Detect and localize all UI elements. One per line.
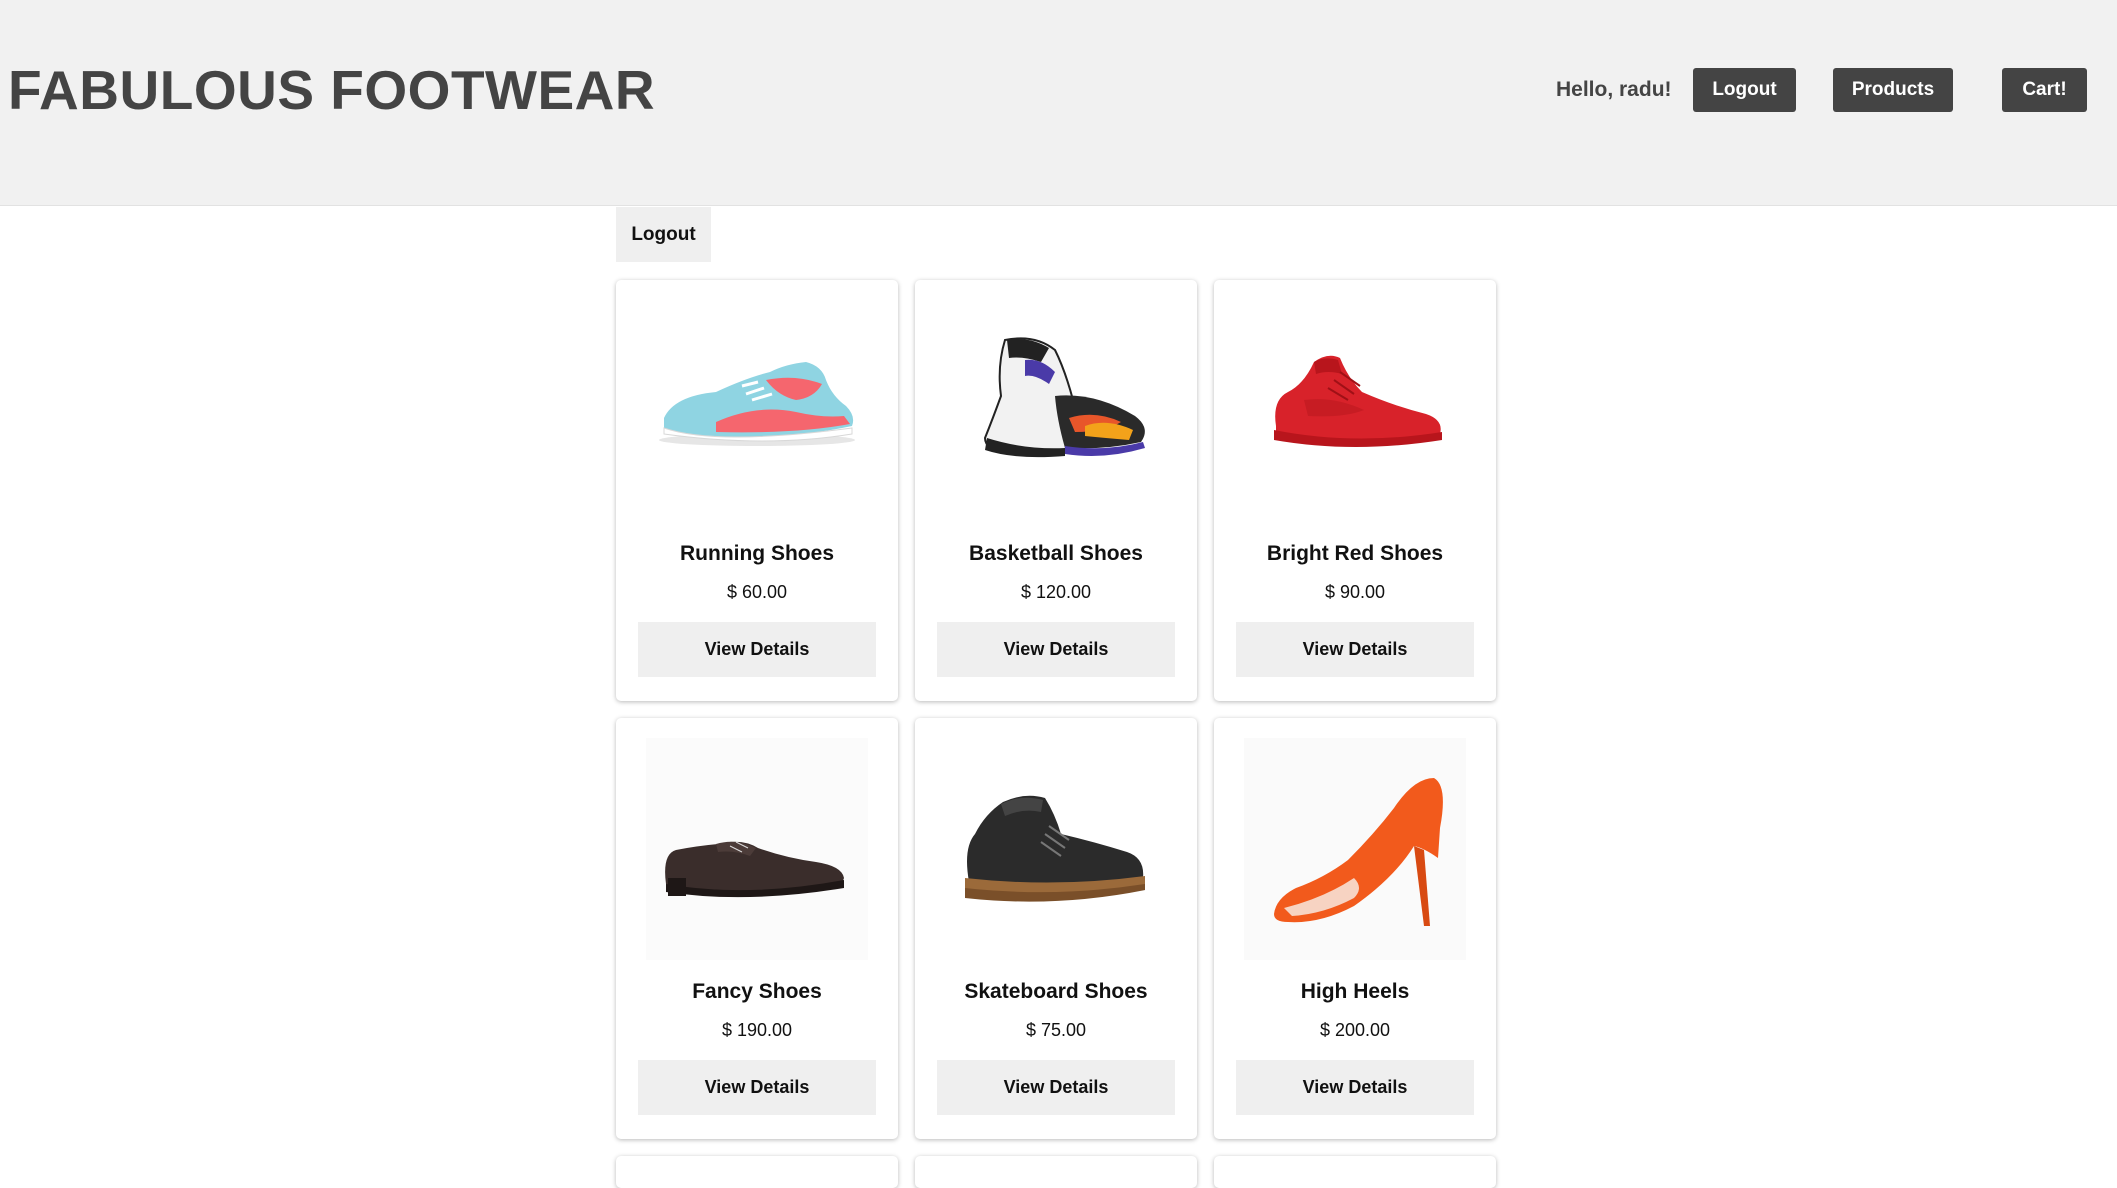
product-image[interactable] [945, 738, 1167, 960]
product-image[interactable] [1244, 300, 1466, 522]
product-price: $ 90.00 [1324, 582, 1386, 602]
product-name: Basketball Shoes [969, 542, 1143, 565]
products-button[interactable]: Products [1833, 68, 1953, 112]
view-details-button[interactable]: View Details [638, 1060, 876, 1115]
skate-shoe-icon [965, 795, 1145, 902]
oxford-shoe-icon [646, 738, 868, 960]
product-card: Skateboard Shoes $ 75.00 View Details [915, 718, 1197, 1139]
logout-link[interactable]: Logout [616, 207, 711, 262]
product-name: Fancy Shoes [692, 980, 822, 1003]
view-details-button[interactable]: View Details [937, 1060, 1175, 1115]
high-heel-icon [1244, 738, 1466, 960]
product-card: Fancy Shoes $ 190.00 View Details [616, 718, 898, 1139]
view-details-button[interactable]: View Details [1236, 1060, 1474, 1115]
product-price: $ 200.00 [1319, 1020, 1391, 1040]
product-price: $ 120.00 [1020, 582, 1092, 602]
red-sneaker-icon [1274, 355, 1442, 447]
product-price: $ 75.00 [1025, 1020, 1087, 1040]
product-image[interactable] [1244, 738, 1466, 960]
header-logout-button[interactable]: Logout [1693, 68, 1796, 112]
product-name: High Heels [1300, 980, 1410, 1003]
product-image[interactable] [646, 300, 868, 522]
site-header: FABULOUS FOOTWEAR Hello, radu! Logout Pr… [0, 0, 2117, 206]
product-card-partial [616, 1156, 898, 1188]
product-image[interactable] [646, 738, 868, 960]
product-card-partial [915, 1156, 1197, 1188]
product-grid: Running Shoes $ 60.00 View Details Baske… [616, 280, 1496, 1188]
view-details-button[interactable]: View Details [937, 622, 1175, 677]
product-card-partial [1214, 1156, 1496, 1188]
product-card: High Heels $ 200.00 View Details [1214, 718, 1496, 1139]
product-card: Running Shoes $ 60.00 View Details [616, 280, 898, 701]
product-card: Basketball Shoes $ 120.00 View Details [915, 280, 1197, 701]
product-price: $ 60.00 [726, 582, 788, 602]
product-image[interactable] [945, 300, 1167, 522]
basketball-shoe-icon [983, 337, 1145, 458]
view-details-button[interactable]: View Details [1236, 622, 1474, 677]
view-details-button[interactable]: View Details [638, 622, 876, 677]
cart-button[interactable]: Cart! [2002, 68, 2087, 112]
product-name: Skateboard Shoes [964, 980, 1148, 1003]
product-card: Bright Red Shoes $ 90.00 View Details [1214, 280, 1496, 701]
product-price: $ 190.00 [721, 1020, 793, 1040]
product-name: Running Shoes [680, 542, 834, 565]
user-greeting: Hello, radu! [1556, 78, 1672, 101]
site-title: FABULOUS FOOTWEAR [8, 59, 656, 121]
running-shoe-icon [659, 362, 855, 446]
product-name: Bright Red Shoes [1266, 542, 1444, 565]
